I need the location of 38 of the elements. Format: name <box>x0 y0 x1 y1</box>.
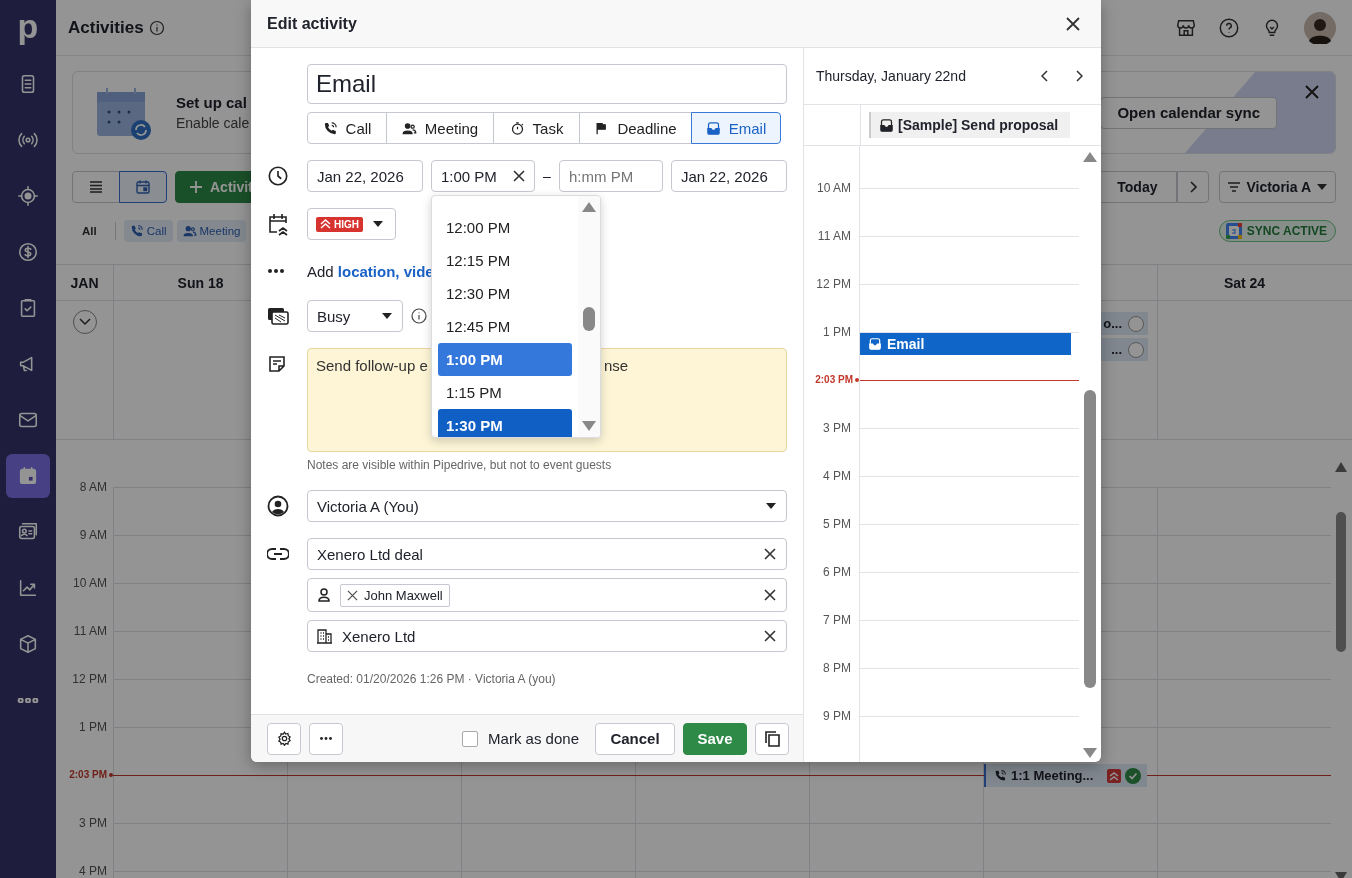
event-title: ... <box>1111 342 1122 357</box>
dialog-title: Edit activity <box>267 14 357 33</box>
hour-label: 11 AM <box>817 229 851 243</box>
add-details-text: Add location, vide <box>307 262 435 280</box>
hour-label: 11 AM <box>73 624 107 638</box>
hour-label: 6 PM <box>823 565 851 579</box>
current-time-label: 2:03 PM <box>815 374 853 386</box>
created-info: Created: 01/20/2026 1:26 PM · Victoria A (you) <box>307 672 557 686</box>
event-title: o... <box>1103 316 1122 331</box>
hour-label: 5 PM <box>823 517 851 531</box>
hour-label: 8 AM <box>79 480 107 494</box>
day-header: Sat 24 <box>1157 265 1331 300</box>
current-time-label: 2:03 PM <box>69 769 107 781</box>
day-view-date: Thursday, January 22nd <box>816 68 966 84</box>
hour-label: 10 AM <box>816 181 851 195</box>
range-dash: – <box>543 168 551 184</box>
sync-status-badge: SYNC ACTIVE <box>1218 220 1336 242</box>
hour-label: 1 PM <box>79 720 107 734</box>
hour-label: 9 PM <box>823 709 851 723</box>
hour-label: 3 PM <box>823 421 851 435</box>
month-label: JAN <box>69 273 100 293</box>
banner-text: Enable cale <box>176 115 250 131</box>
note-text: Send follow-up e <box>316 357 428 374</box>
hour-label: 12 PM <box>816 277 851 291</box>
hour-label: 8 PM <box>823 661 851 675</box>
hour-label: 12 PM <box>72 672 107 686</box>
page-title: Activities <box>68 17 144 38</box>
note-hint: Notes are visible within Pipedrive, but not to event guests <box>307 458 613 472</box>
banner-title: Set up cal <box>176 94 248 111</box>
hour-label: 1 PM <box>823 325 851 339</box>
priority-badge: HIGH <box>316 216 363 232</box>
hour-label: 9 AM <box>79 528 107 542</box>
note-text: nse <box>604 357 629 374</box>
hour-label: 4 PM <box>79 864 107 878</box>
hour-label: 3 PM <box>79 816 107 830</box>
hour-label: 7 PM <box>823 613 851 627</box>
hour-label: 10 AM <box>72 576 107 590</box>
hour-label: 4 PM <box>823 469 851 483</box>
